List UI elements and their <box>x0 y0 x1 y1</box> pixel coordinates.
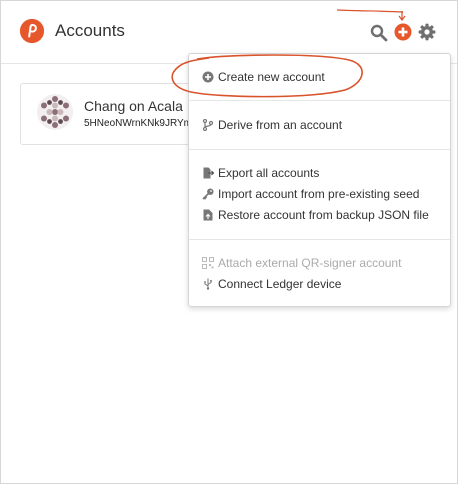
annotation-highlight-ellipse <box>171 54 363 98</box>
extension-window: Accounts Chang on Acala 5HNeoNWrnKNk9JRY… <box>0 0 458 484</box>
menu-divider <box>189 149 450 150</box>
menu-item-label: Restore account from backup JSON file <box>218 208 429 222</box>
annotation-arrow-icon <box>336 9 406 21</box>
menu-divider <box>189 100 450 101</box>
account-address[interactable]: 5HNeoNWrnKNk9JRYm <box>84 117 196 130</box>
menu-item-connect-ledger[interactable]: Connect Ledger device <box>202 276 341 292</box>
key-icon <box>202 188 214 200</box>
menu-item-label: Derive from an account <box>218 118 343 132</box>
menu-item-label: Attach external QR-signer account <box>218 256 402 270</box>
menu-item-label: Export all accounts <box>218 166 320 180</box>
page-title: Accounts <box>55 21 125 40</box>
menu-divider <box>189 239 450 240</box>
menu-item-restore-json[interactable]: Restore account from backup JSON file <box>202 207 429 223</box>
menu-item-derive-account[interactable]: Derive from an account <box>202 117 342 133</box>
account-name: Chang on Acala <box>84 98 183 114</box>
file-export-icon <box>203 167 214 179</box>
polkadot-logo-icon <box>20 19 44 43</box>
gear-icon[interactable] <box>418 23 436 41</box>
plus-circle-icon <box>394 23 412 41</box>
file-upload-icon <box>203 209 213 221</box>
menu-item-label: Import account from pre-existing seed <box>218 187 420 201</box>
qrcode-icon <box>202 257 214 269</box>
menu-item-attach-qr-signer: Attach external QR-signer account <box>202 255 401 271</box>
menu-item-export-all-accounts[interactable]: Export all accounts <box>202 165 319 181</box>
usb-icon <box>204 278 212 290</box>
branch-icon <box>202 119 214 131</box>
menu-item-label: Connect Ledger device <box>218 277 342 291</box>
menu-item-import-seed[interactable]: Import account from pre-existing seed <box>202 186 419 202</box>
search-icon[interactable] <box>370 24 388 42</box>
add-account-button[interactable] <box>394 23 412 41</box>
identicon-avatar <box>37 94 73 130</box>
